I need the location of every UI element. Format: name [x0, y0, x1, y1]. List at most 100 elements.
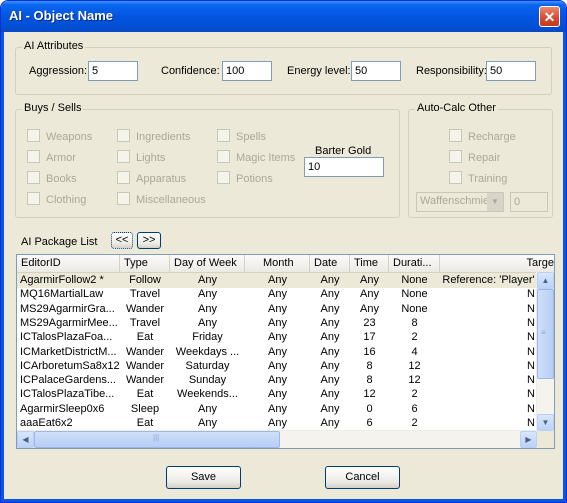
- column-header-editorid[interactable]: EditorID: [17, 255, 120, 272]
- vertical-scrollbar[interactable]: ▲ ≡ ▼: [536, 272, 554, 431]
- cell-month: Any: [268, 331, 287, 344]
- barter-gold-field[interactable]: [304, 157, 384, 177]
- checkbox-box[interactable]: [27, 192, 40, 205]
- repair-checkbox[interactable]: Repair: [449, 150, 500, 164]
- cell-time: 12: [363, 388, 376, 401]
- column-header-date[interactable]: Date: [310, 255, 350, 272]
- cell-date: Any: [320, 274, 340, 286]
- scroll-down-arrow-icon[interactable]: ▼: [537, 414, 554, 431]
- cell-editorid: AgarmirFollow2 *: [20, 274, 104, 286]
- ingredients-checkbox[interactable]: Ingredients: [117, 129, 190, 143]
- table-row[interactable]: ICTalosPlazaFoa... Eat Friday Any Any 17 2 N: [17, 330, 537, 345]
- checkbox-box[interactable]: [27, 171, 40, 184]
- horizontal-scroll-thumb[interactable]: |||: [34, 431, 280, 448]
- lights-checkbox[interactable]: Lights: [117, 150, 165, 164]
- table-row[interactable]: ICArboretumSa8x12 Wander Saturday Any Any 8 12…: [17, 359, 537, 374]
- clothing-checkbox[interactable]: Clothing: [27, 192, 86, 206]
- scroll-right-arrow-icon[interactable]: ▶: [520, 431, 537, 448]
- save-button[interactable]: Save: [166, 466, 241, 489]
- aggression-field[interactable]: [88, 61, 138, 81]
- training-skill-select[interactable]: Waffenschmie ▼: [416, 192, 504, 212]
- cell-month: Any: [268, 316, 287, 329]
- cancel-button[interactable]: Cancel: [325, 466, 400, 489]
- table-row[interactable]: MS29AgarmirMee... Travel Any Any Any 23 8 N: [17, 316, 537, 331]
- cell-day-of-week: Any: [198, 402, 217, 415]
- apparatus-checkbox[interactable]: Apparatus: [117, 171, 186, 185]
- checkbox-box[interactable]: [449, 129, 462, 142]
- cell-editorid: MS29AgarmirMee...: [20, 316, 118, 329]
- cell-month: Any: [268, 388, 287, 401]
- column-header-target[interactable]: Targe: [440, 255, 554, 272]
- training-skill-value: Waffenschmie: [420, 195, 490, 207]
- column-header-month[interactable]: Month: [245, 255, 310, 272]
- spells-checkbox[interactable]: Spells: [217, 129, 266, 143]
- cell-month: Any: [268, 374, 287, 387]
- cell-duration: None: [401, 302, 428, 315]
- table-row[interactable]: ICMarketDistrictM... Wander Weekdays ... An…: [17, 345, 537, 360]
- table-row[interactable]: AgarmirFollow2 * Follow Any Any Any Any None Re…: [17, 273, 537, 288]
- close-button[interactable]: ✕: [539, 6, 560, 27]
- checkbox-box[interactable]: [117, 129, 130, 142]
- chevron-down-icon[interactable]: ▼: [487, 193, 503, 211]
- scroll-left-arrow-icon[interactable]: ◀: [17, 431, 34, 448]
- cell-duration: 12: [408, 359, 421, 372]
- cell-target: N: [527, 288, 535, 301]
- checkbox-box[interactable]: [117, 171, 130, 184]
- table-row[interactable]: AgarmirSleep0x6 Sleep Any Any Any 0 6 N: [17, 402, 537, 417]
- recharge-checkbox[interactable]: Recharge: [449, 129, 516, 143]
- checkbox-box[interactable]: [449, 150, 462, 163]
- next-button[interactable]: >>: [137, 232, 161, 249]
- miscellaneous-checkbox[interactable]: Miscellaneous: [117, 192, 206, 206]
- table-row[interactable]: aaaEat6x2 Eat Any Any Any 6 2 N: [17, 416, 537, 431]
- checkbox-box[interactable]: [117, 150, 130, 163]
- checkbox-box[interactable]: [449, 171, 462, 184]
- aggression-label: Aggression:: [29, 65, 88, 77]
- column-header-duration[interactable]: Durati...: [389, 255, 440, 272]
- cell-day-of-week: Weekends...: [177, 388, 238, 401]
- table-row[interactable]: ICTalosPlazaTibe... Eat Weekends... Any Any 1…: [17, 387, 537, 402]
- potions-checkbox[interactable]: Potions: [217, 171, 273, 185]
- table-row[interactable]: MQ16MartialLaw Travel Any Any Any Any None N: [17, 287, 537, 302]
- energy-level-field[interactable]: [351, 61, 401, 81]
- checkbox-box[interactable]: [217, 171, 230, 184]
- training-checkbox[interactable]: Training: [449, 171, 507, 185]
- armor-checkbox[interactable]: Armor: [27, 150, 76, 164]
- cell-time: 17: [363, 331, 376, 344]
- cell-day-of-week: Friday: [192, 331, 223, 344]
- column-header-day-of-week[interactable]: Day of Week: [170, 255, 245, 272]
- horizontal-scrollbar[interactable]: ◀ ||| ▶: [17, 430, 537, 448]
- clothing-label: Clothing: [46, 194, 87, 206]
- window-frame-bottom: [1, 499, 566, 502]
- responsibility-field[interactable]: [486, 61, 536, 81]
- column-header-time[interactable]: Time: [350, 255, 389, 272]
- ai-package-list[interactable]: EditorID Type Day of Week Month Date Tim…: [16, 254, 555, 449]
- magic-items-checkbox[interactable]: Magic Items: [217, 150, 295, 164]
- cell-editorid: AgarmirSleep0x6: [20, 402, 105, 415]
- cell-type: Travel: [129, 288, 161, 301]
- ingredients-label: Ingredients: [136, 131, 191, 143]
- scroll-up-arrow-icon[interactable]: ▲: [537, 272, 554, 289]
- books-checkbox[interactable]: Books: [27, 171, 77, 185]
- cell-duration: 6: [411, 402, 418, 415]
- checkbox-box[interactable]: [217, 129, 230, 142]
- checkbox-box[interactable]: [27, 129, 40, 142]
- previous-button[interactable]: <<: [111, 232, 133, 249]
- title-bar[interactable]: AI - Object Name ✕: [1, 1, 566, 32]
- cell-month: Any: [268, 417, 287, 429]
- grip-icon: ≡: [541, 328, 546, 337]
- vertical-scroll-thumb[interactable]: ≡: [537, 289, 554, 379]
- table-row[interactable]: MS29AgarmirGra... Wander Any Any Any Any None N: [17, 302, 537, 317]
- cell-editorid: ICArboretumSa8x12: [20, 359, 120, 372]
- table-row[interactable]: ICPalaceGardens... Wander Sunday Any Any 8 12 N: [17, 373, 537, 388]
- checkbox-box[interactable]: [117, 192, 130, 205]
- cell-time: 0: [366, 402, 373, 415]
- training-skill-field[interactable]: [510, 192, 548, 212]
- checkbox-box[interactable]: [217, 150, 230, 163]
- weapons-checkbox[interactable]: Weapons: [27, 129, 92, 143]
- cell-editorid: ICMarketDistrictM...: [20, 345, 117, 358]
- cell-type: Eat: [136, 417, 154, 429]
- confidence-field[interactable]: [222, 61, 272, 81]
- column-header-type[interactable]: Type: [120, 255, 170, 272]
- checkbox-box[interactable]: [27, 150, 40, 163]
- cell-month: Any: [268, 345, 287, 358]
